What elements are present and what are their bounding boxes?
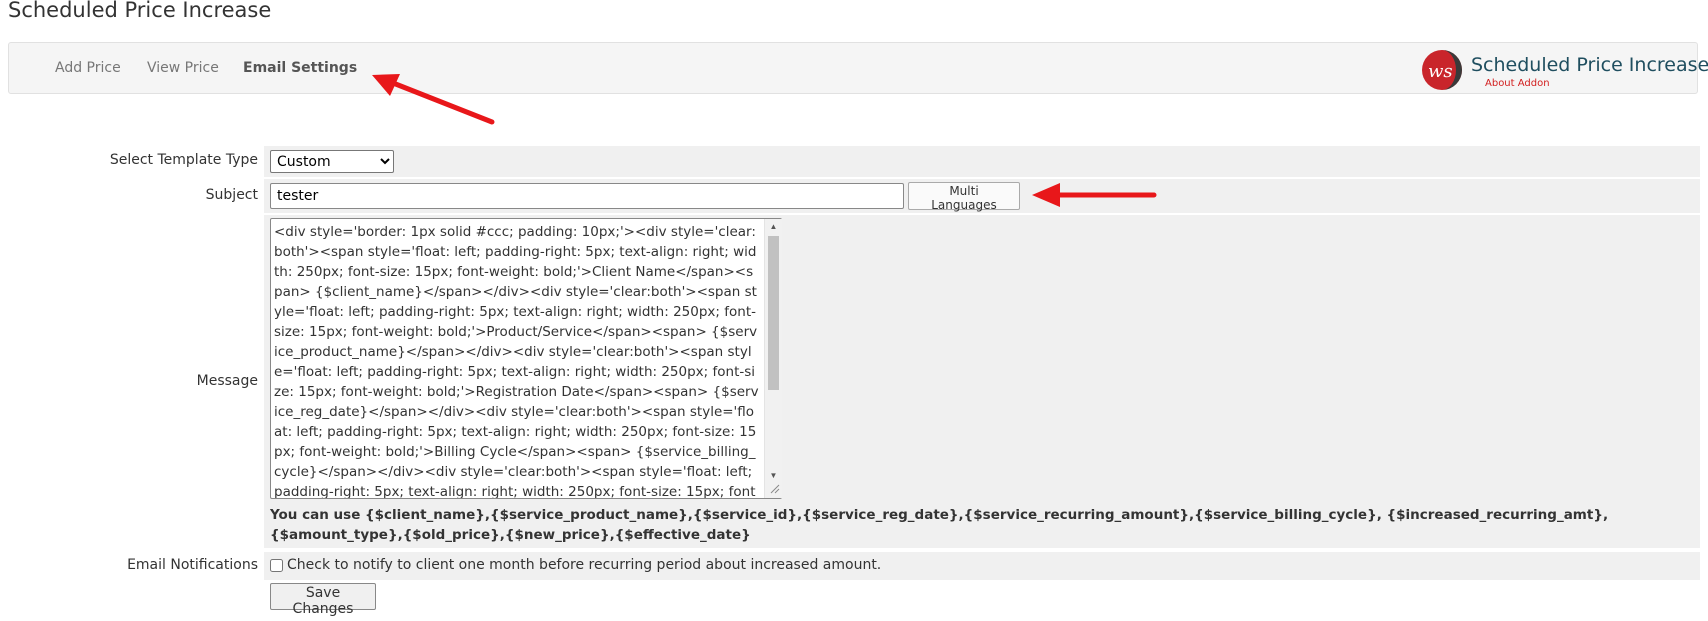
message-row: Message <div style='border: 1px solid #c…	[0, 215, 1700, 548]
template-type-row: Select Template Type Custom	[0, 146, 1700, 177]
nav-view-price[interactable]: View Price	[147, 60, 219, 76]
brand: ws Scheduled Price Increase About Addon	[1421, 49, 1708, 90]
svg-text:ws: ws	[1428, 61, 1453, 82]
subject-label: Subject	[205, 187, 258, 203]
email-notifications-label: Email Notifications	[127, 557, 258, 573]
save-changes-button[interactable]: Save Changes	[270, 583, 376, 617]
message-label: Message	[196, 373, 258, 389]
multi-languages-button[interactable]: Multi Languages	[908, 182, 1020, 212]
message-scrollbar[interactable]: ▲ ▼	[764, 219, 782, 498]
about-addon-link[interactable]: About Addon	[1485, 78, 1550, 89]
subject-input[interactable]	[270, 183, 904, 209]
template-type-label: Select Template Type	[109, 152, 258, 168]
resize-grip-icon[interactable]	[768, 482, 780, 494]
scroll-up-icon[interactable]: ▲	[765, 219, 782, 235]
message-textarea[interactable]: <div style='border: 1px solid #ccc; padd…	[270, 218, 782, 499]
top-navbar: Add Price View Price Email Settings ws S…	[8, 42, 1708, 94]
page-title: Scheduled Price Increase	[8, 0, 272, 22]
nav-add-price[interactable]: Add Price	[55, 60, 121, 76]
email-notifications-checkbox[interactable]	[270, 559, 283, 572]
nav-email-settings[interactable]: Email Settings	[243, 60, 357, 76]
email-notifications-text: Check to notify to client one month befo…	[287, 557, 882, 573]
template-type-select[interactable]: Custom	[270, 150, 394, 173]
ws-logo-icon: ws	[1422, 50, 1462, 90]
brand-title: Scheduled Price Increase	[1471, 54, 1708, 76]
scroll-thumb[interactable]	[768, 236, 779, 390]
email-notifications-row: Email Notifications Check to notify to c…	[0, 552, 1700, 580]
subject-row: Subject Multi Languages	[0, 179, 1700, 213]
placeholder-help-text: You can use {$client_name},{$service_pro…	[270, 507, 1609, 543]
